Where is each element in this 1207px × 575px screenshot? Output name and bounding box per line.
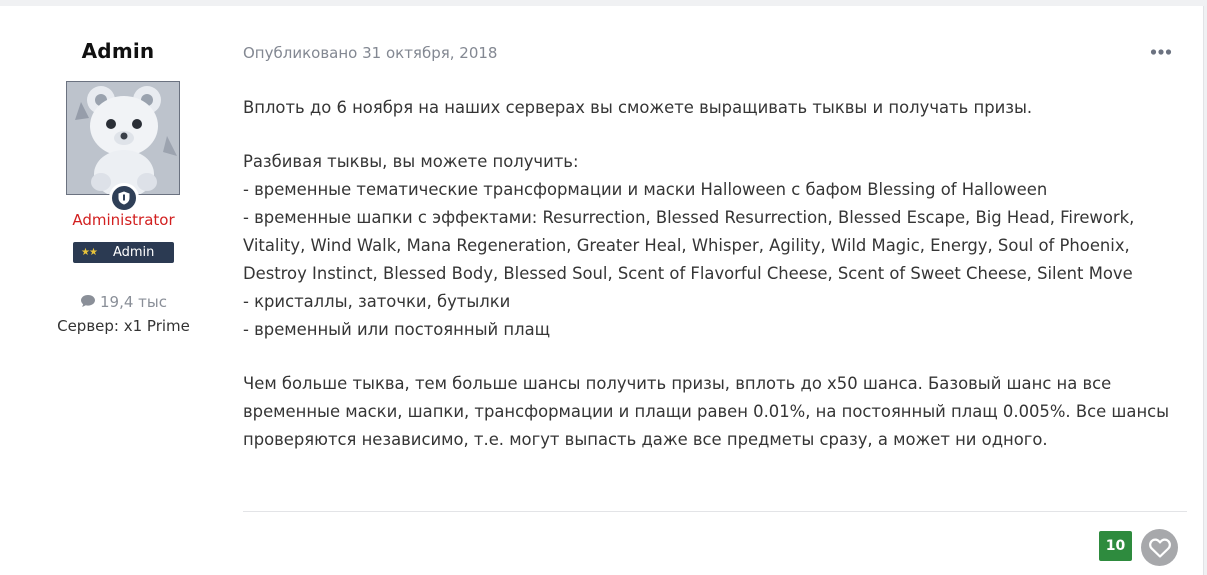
posts-count-value: 19,4 тыс	[100, 293, 167, 311]
reaction-count[interactable]: 10	[1099, 531, 1132, 561]
post-content: Вплоть до 6 ноября на наших серверах вы …	[243, 94, 1188, 480]
react-button[interactable]	[1141, 529, 1178, 566]
comment-icon	[81, 295, 95, 307]
post-line: - временные шапки с эффектами: Resurrect…	[243, 208, 1135, 283]
group-badge-label: Admin	[112, 245, 155, 260]
ellipsis-icon[interactable]	[1150, 44, 1172, 58]
post-paragraph: Чем больше тыква, тем больше шансы получ…	[243, 370, 1188, 454]
star-icons: ★★	[81, 247, 98, 258]
content-divider	[243, 511, 1187, 512]
author-role: Administrator	[72, 211, 175, 229]
shield-icon	[118, 191, 130, 205]
author-avatar[interactable]	[66, 81, 180, 195]
post-line: Разбивая тыквы, вы можете получить:	[243, 152, 579, 171]
post-line: - кристаллы, заточки, бутылки	[243, 292, 511, 311]
post-line: Вплоть до 6 ноября на наших серверах вы …	[243, 98, 1033, 117]
heart-icon	[1148, 538, 1171, 558]
author-server: Сервер: x1 Prime	[57, 317, 190, 335]
group-badge: ★★ Admin	[73, 242, 174, 263]
teddy-bear-image	[67, 82, 179, 194]
author-name[interactable]: Admin	[0, 39, 236, 63]
post-line: - временные тематические трансформации и…	[243, 180, 1048, 199]
post-date[interactable]: Опубликовано 31 октября, 2018	[243, 44, 497, 62]
post-line: Чем больше тыква, тем больше шансы получ…	[243, 374, 1170, 449]
post-line: - временный или постоянный плащ	[243, 320, 551, 339]
post-paragraph: Разбивая тыквы, вы можете получить: - вр…	[243, 148, 1188, 344]
post-container: Admin Administrator ★★ Admin 19,4 тыс Се…	[0, 6, 1204, 575]
posts-count: 19,4 тыс	[0, 293, 247, 311]
post-paragraph: Вплоть до 6 ноября на наших серверах вы …	[243, 94, 1188, 122]
rank-badge	[109, 183, 139, 213]
